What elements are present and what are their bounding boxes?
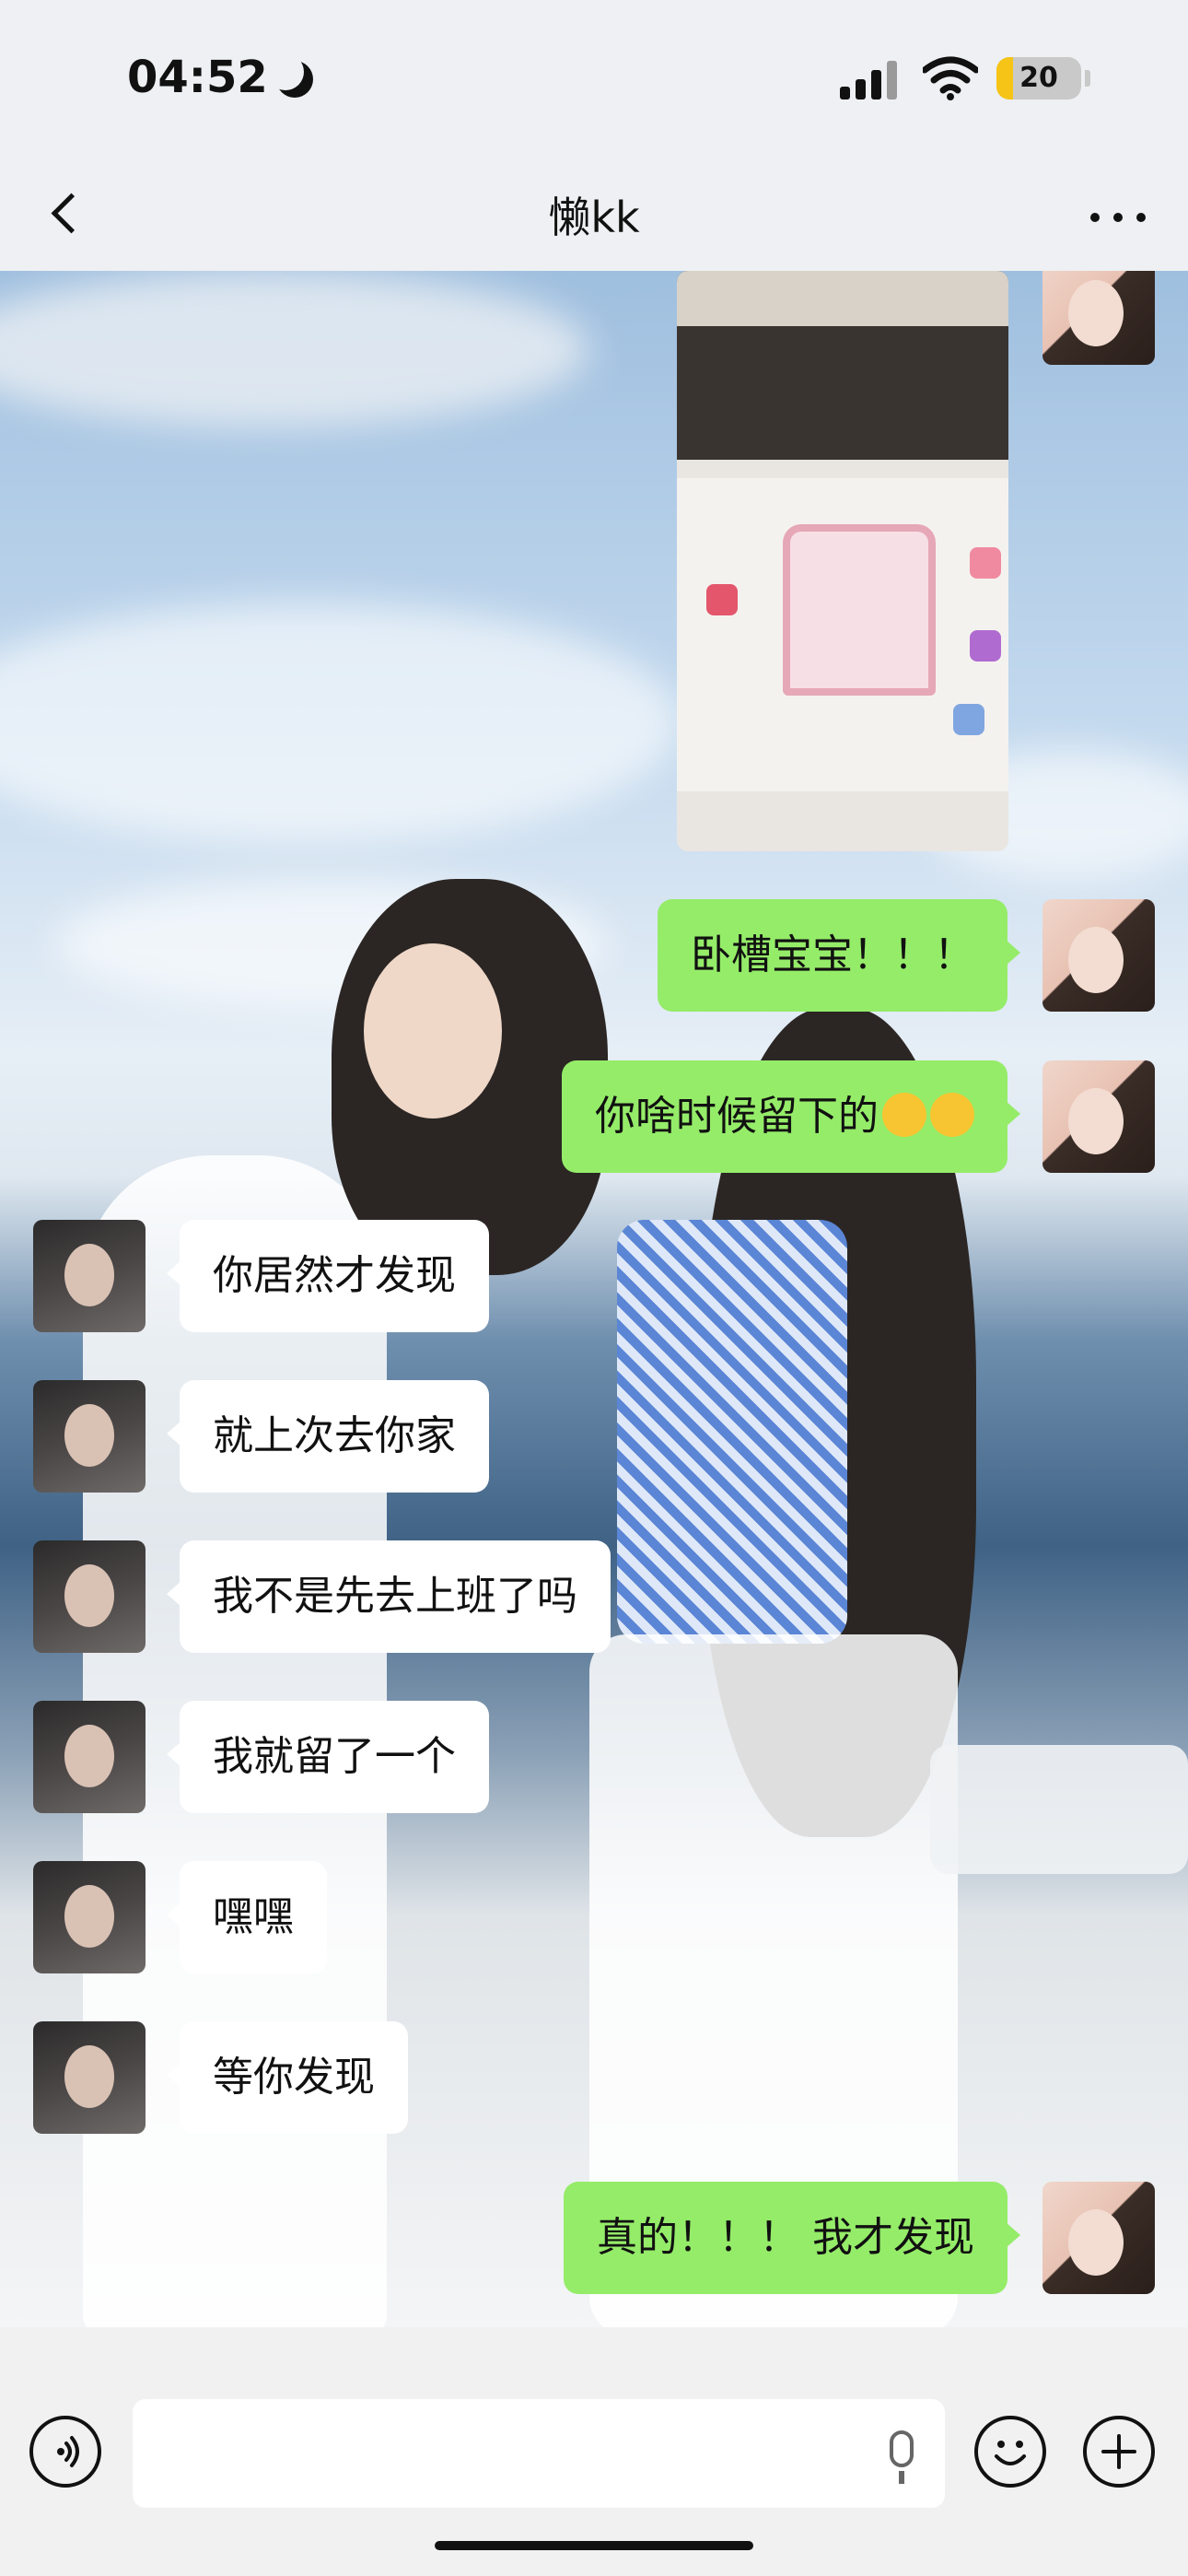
message-bubble-outgoing[interactable]: 你啥时候留下的	[562, 1060, 1020, 1173]
avatar[interactable]	[33, 1380, 146, 1493]
message-bubble-incoming[interactable]: 我就留了一个	[167, 1701, 489, 1813]
image-message[interactable]	[677, 271, 1008, 851]
cellular-signal-icon	[840, 59, 899, 100]
avatar[interactable]	[33, 1540, 146, 1653]
battery-cap	[1085, 70, 1090, 87]
wallpaper-face	[364, 943, 502, 1118]
plus-icon[interactable]	[1083, 2416, 1155, 2488]
message-text: 我不是先去上班了吗	[213, 1573, 577, 1620]
image-shelf-top	[677, 271, 1008, 326]
avatar[interactable]	[33, 1701, 146, 1813]
moon-icon	[267, 53, 313, 98]
more-dots-icon[interactable]	[1081, 182, 1155, 247]
status-bar: 04:52 20	[0, 0, 1188, 157]
image-shelf	[677, 271, 1008, 460]
wallpaper-cloud	[0, 271, 589, 427]
message-text: 嘿嘿	[213, 1893, 294, 1940]
image-sticker	[953, 704, 984, 735]
image-sticker	[970, 630, 1001, 662]
home-indicator[interactable]	[435, 2541, 753, 2550]
chat-area[interactable]: 卧槽宝宝！！！ 你啥时候留下的 你居然才发现 就上次去你家 我不是先去上班了吗 …	[0, 271, 1188, 2327]
message-text: 你居然才发现	[213, 1252, 456, 1299]
message-text: 我就留了一个	[213, 1733, 456, 1780]
wifi-icon	[923, 56, 978, 100]
status-time: 04:52	[127, 52, 268, 103]
avatar[interactable]	[1042, 2182, 1155, 2294]
wallpaper-pattern	[617, 1220, 847, 1644]
wallpaper-cloud	[0, 603, 681, 842]
message-bubble-outgoing[interactable]: 真的！！！ 我才发现	[564, 2182, 1020, 2294]
image-sticker	[706, 584, 738, 615]
image-sticker	[970, 547, 1001, 579]
chat-title: 懒kk	[548, 193, 640, 242]
message-text: 卧槽宝宝！！！	[691, 931, 974, 978]
image-note-frame	[783, 524, 936, 696]
crying-emoji-icon	[930, 1093, 974, 1137]
message-text: 真的！！！ 我才发现	[597, 2214, 974, 2261]
avatar[interactable]	[33, 1220, 146, 1332]
message-bubble-incoming[interactable]: 嘿嘿	[167, 1861, 327, 1973]
message-bubble-incoming[interactable]: 你居然才发现	[167, 1220, 489, 1332]
emoji-icon[interactable]	[974, 2416, 1046, 2488]
battery-level: 20	[1019, 62, 1058, 94]
message-input[interactable]	[133, 2399, 945, 2508]
message-text: 等你发现	[213, 2054, 375, 2101]
avatar[interactable]	[33, 1861, 146, 1973]
message-text: 你啥时候留下的	[595, 1093, 879, 1140]
chat-header: 懒kk	[0, 157, 1188, 271]
avatar[interactable]	[1042, 1060, 1155, 1173]
message-text: 就上次去你家	[213, 1412, 456, 1459]
input-bar	[0, 2327, 1188, 2576]
wallpaper-figure	[930, 1745, 1188, 1874]
message-bubble-incoming[interactable]: 我不是先去上班了吗	[167, 1540, 611, 1653]
message-bubble-incoming[interactable]: 就上次去你家	[167, 1380, 489, 1493]
microphone-icon[interactable]	[890, 2430, 914, 2484]
message-bubble-outgoing[interactable]: 卧槽宝宝！！！	[658, 899, 1020, 1012]
message-bubble-incoming[interactable]: 等你发现	[167, 2021, 408, 2134]
avatar[interactable]	[33, 2021, 146, 2134]
crying-emoji-icon	[882, 1093, 926, 1137]
avatar[interactable]	[1042, 899, 1155, 1012]
voice-mode-icon[interactable]	[29, 2416, 101, 2488]
avatar[interactable]	[1042, 271, 1155, 365]
battery-indicator: 20	[996, 57, 1081, 100]
